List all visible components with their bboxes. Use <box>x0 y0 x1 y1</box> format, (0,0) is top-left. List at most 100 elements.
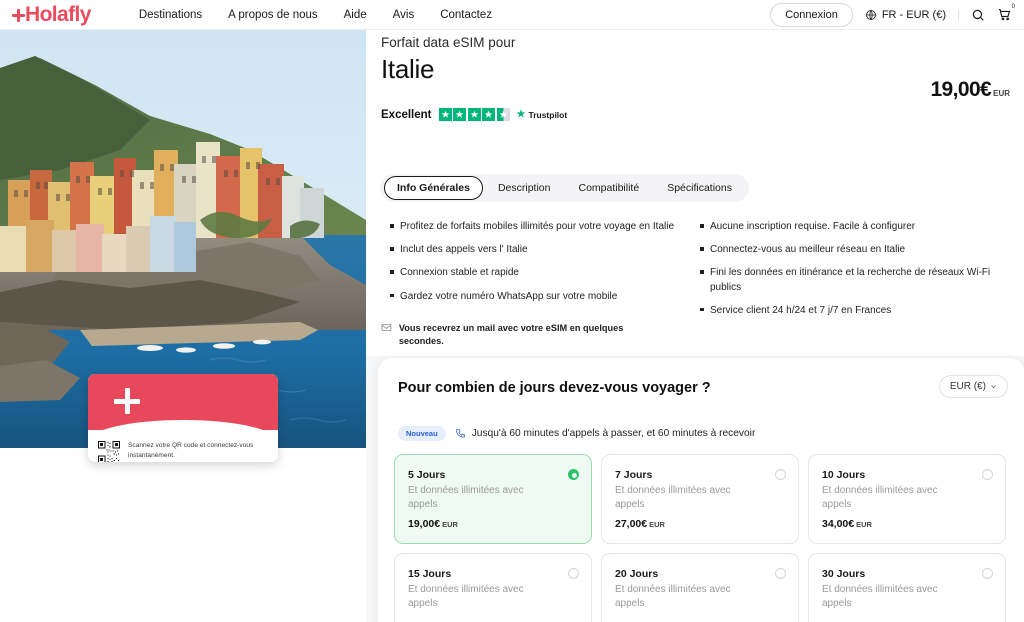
tab-info-generales[interactable]: Info Générales <box>384 176 483 200</box>
search-button[interactable] <box>971 8 985 22</box>
feature-item: Gardez votre numéro WhatsApp sur votre m… <box>390 290 695 304</box>
plan-price: 19,00€ EUR <box>408 518 458 530</box>
plan-description: Et données illimitées avec appels <box>615 584 731 609</box>
trustpilot-brand: ★ Trustpilot <box>517 109 568 120</box>
locale-selector[interactable]: FR - EUR (€) <box>865 8 959 21</box>
currency-selector[interactable]: EUR (€) <box>938 375 1008 398</box>
tab-description[interactable]: Description <box>485 176 564 200</box>
cart-button[interactable]: 0 <box>997 4 1015 22</box>
qr-card-header <box>88 374 278 446</box>
plan-radio[interactable] <box>568 568 579 579</box>
plan-card-15-jours[interactable]: 15 Jours Et données illimitées avec appe… <box>394 553 592 622</box>
plan-price-currency: EUR <box>856 520 872 529</box>
promo-text-wrap: Jusqu'à 60 minutes d'appels à passer, et… <box>455 428 756 439</box>
star-icon <box>482 108 495 121</box>
nav-item-contact[interactable]: Contactez <box>440 9 492 21</box>
feature-item: Connectez-vous au meilleur réseau en Ita… <box>700 243 1010 257</box>
plan-description: Et données illimitées avec appels <box>615 485 731 510</box>
holafly-h-logo-icon <box>114 388 140 414</box>
plan-card-grid: 5 Jours Et données illimitées avec appel… <box>394 454 1008 622</box>
feature-item: Connexion stable et rapide <box>390 266 695 280</box>
feature-item: Fini les données en itinérance et la rec… <box>700 266 1010 294</box>
plan-radio[interactable] <box>775 568 786 579</box>
tab-specifications[interactable]: Spécifications <box>654 176 745 200</box>
plan-radio[interactable] <box>775 469 786 480</box>
product-subtitle: Forfait data eSIM pour <box>381 35 516 50</box>
trustpilot-label: Trustpilot <box>528 109 568 120</box>
nav-item-destinations[interactable]: Destinations <box>139 9 202 21</box>
site-header: Holafly Destinations A propos de nous Ai… <box>0 0 1024 30</box>
days-panel: Pour combien de jours devez-vous voyager… <box>378 358 1024 622</box>
plan-radio[interactable] <box>982 568 993 579</box>
mail-delivery-note: Vous recevrez un mail avec votre eSIM en… <box>381 322 666 349</box>
plan-radio[interactable] <box>982 469 993 480</box>
days-panel-title: Pour combien de jours devez-vous voyager… <box>398 380 711 396</box>
plan-days: 5 Jours <box>408 469 446 481</box>
plan-price: 34,00€ EUR <box>822 518 872 530</box>
mail-icon <box>381 323 392 332</box>
plan-card-10-jours[interactable]: 10 Jours Et données illimitées avec appe… <box>808 454 1006 544</box>
product-tabs: Info Générales Description Compatibilité… <box>380 174 749 202</box>
plan-description: Et données illimitées avec appels <box>822 485 938 510</box>
mail-note-text: Vous recevrez un mail avec votre eSIM en… <box>398 323 624 347</box>
feature-item: Service client 24 h/24 et 7 j/7 en Franc… <box>700 304 1010 318</box>
star-icon <box>467 108 481 121</box>
plan-card-30-jours[interactable]: 30 Jours Et données illimitées avec appe… <box>808 553 1006 622</box>
chevron-down-icon <box>991 385 996 389</box>
plan-card-5-jours[interactable]: 5 Jours Et données illimitées avec appel… <box>394 454 592 544</box>
holafly-logo[interactable]: Holafly <box>12 3 91 27</box>
star-icon <box>438 108 452 121</box>
promo-text: Jusqu'à 60 minutes d'appels à passer, et… <box>471 428 756 439</box>
plan-days: 30 Jours <box>822 568 866 580</box>
plan-description: Et données illimitées avec appels <box>408 485 524 510</box>
product-content: Forfait data eSIM pour Italie 19,00€ EUR … <box>366 30 1024 622</box>
star-icon <box>453 108 466 121</box>
globe-icon <box>865 9 876 20</box>
search-icon <box>972 9 984 21</box>
features-list-left: Profitez de forfaits mobiles illimités p… <box>390 220 695 313</box>
trustpilot-rating[interactable]: Excellent ★ Trustpilot <box>381 108 567 121</box>
plan-price-value: 34,00€ <box>822 518 855 530</box>
plan-days: 15 Jours <box>408 568 452 580</box>
cart-icon <box>998 8 1011 21</box>
features-list-right: Aucune inscription requise. Facile à con… <box>700 220 1010 327</box>
price-value: 19,00€ <box>930 78 992 101</box>
qr-card-text: Scannez votre QR code et connectez-vous … <box>128 442 254 459</box>
nav-item-help[interactable]: Aide <box>344 9 367 21</box>
currency-label: EUR (€) <box>949 381 986 392</box>
plan-radio-selected[interactable] <box>568 469 579 480</box>
feature-item: Aucune inscription requise. Facile à con… <box>700 220 1010 234</box>
rating-label: Excellent <box>381 108 432 121</box>
plan-card-20-jours[interactable]: 20 Jours Et données illimitées avec appe… <box>601 553 799 622</box>
page-root: Holafly Destinations A propos de nous Ai… <box>0 0 1024 622</box>
plan-days: 20 Jours <box>615 568 659 580</box>
rating-stars <box>438 108 510 121</box>
qr-code-icon <box>98 441 120 462</box>
feature-item: Inclut des appels vers l' Italie <box>390 243 695 257</box>
tab-compatibilite[interactable]: Compatibilité <box>565 176 652 200</box>
page-title: Italie <box>381 54 435 84</box>
star-half-icon <box>496 108 510 121</box>
cart-count-badge: 0 <box>1011 4 1015 10</box>
plan-price-value: 27,00€ <box>615 518 648 530</box>
plan-days: 7 Jours <box>615 469 653 481</box>
price-currency: EUR <box>993 89 1010 98</box>
calls-promo: Nouveau Jusqu'à 60 minutes d'appels à pa… <box>398 426 755 441</box>
plan-price-currency: EUR <box>442 520 458 529</box>
login-button[interactable]: Connexion <box>770 2 853 27</box>
trustpilot-star-icon: ★ <box>516 109 526 120</box>
plan-card-7-jours[interactable]: 7 Jours Et données illimitées avec appel… <box>601 454 799 544</box>
phone-icon <box>455 428 465 438</box>
product-price: 19,00€ EUR <box>930 78 1010 102</box>
nav-item-reviews[interactable]: Avis <box>393 9 415 21</box>
nav-item-about[interactable]: A propos de nous <box>228 9 318 21</box>
feature-item: Profitez de forfaits mobiles illimités p… <box>390 220 695 234</box>
qr-promo-card: Scannez votre QR code et connectez-vous … <box>88 374 278 462</box>
plan-description: Et données illimitées avec appels <box>408 584 524 609</box>
header-actions: Connexion FR - EUR (€) 0 <box>770 2 1015 27</box>
plan-price: 27,00€ EUR <box>615 518 665 530</box>
holafly-cross-icon <box>12 8 25 22</box>
main-nav: Destinations A propos de nous Aide Avis … <box>139 9 492 21</box>
qr-card-body: Scannez votre QR code et connectez-vous … <box>88 430 278 462</box>
plan-price-value: 19,00€ <box>408 518 441 530</box>
